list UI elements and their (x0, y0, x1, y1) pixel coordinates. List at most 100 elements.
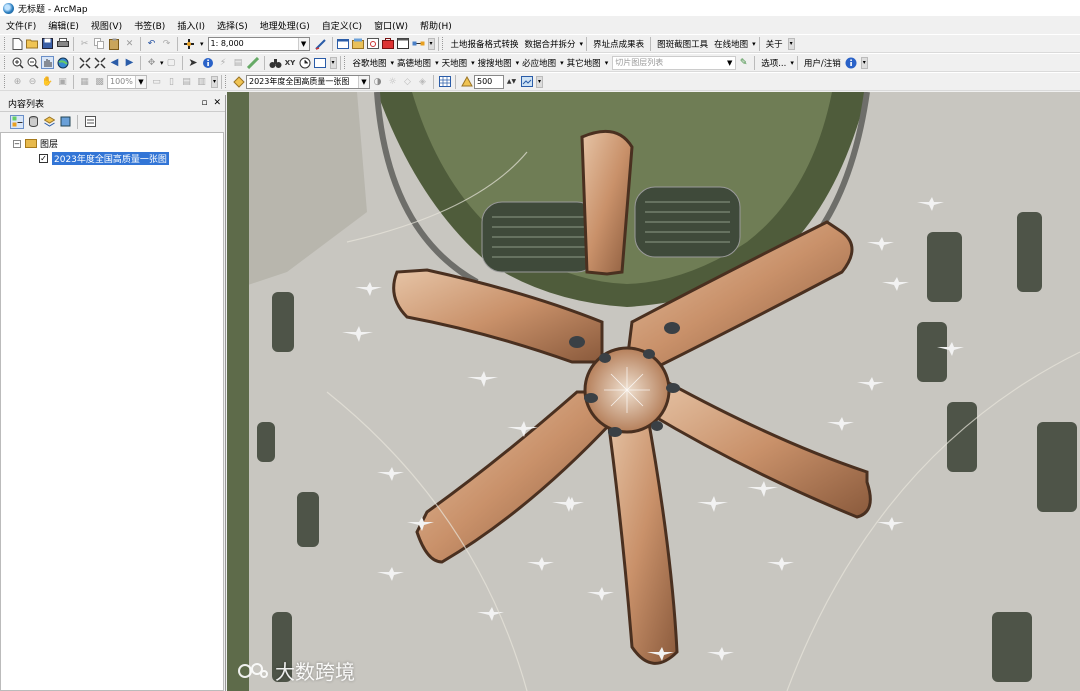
menu-customize[interactable]: 自定义(C) (322, 19, 362, 32)
chevron-down-icon[interactable]: ▾ (752, 40, 756, 48)
tianditu-button[interactable]: 天地图 (439, 57, 471, 69)
print-icon[interactable] (56, 37, 69, 50)
sosomap-button[interactable]: 搜搜地图 (475, 57, 515, 69)
go-to-xy-icon[interactable]: ✥ (145, 56, 158, 69)
toolbar-grip[interactable] (4, 56, 7, 69)
paste-icon[interactable] (108, 37, 121, 50)
layout-zoom-combo[interactable]: 100% ▼ (107, 74, 147, 89)
eyedropper-icon[interactable]: ✎ (737, 56, 750, 69)
auto-hide-icon[interactable]: ▫ (201, 98, 207, 108)
toolbar-grip[interactable] (343, 56, 347, 69)
search-window-icon[interactable] (367, 37, 380, 50)
tile-layer-combo[interactable]: 切片图层列表 ▼ (612, 55, 737, 70)
toolbar-grip[interactable] (441, 37, 445, 50)
table-of-contents-icon[interactable] (337, 37, 350, 50)
table-window-icon[interactable] (438, 75, 451, 88)
map-view[interactable]: 大数跨境 (227, 92, 1080, 691)
layout-pan-icon[interactable]: ✋ (41, 75, 54, 88)
about-button[interactable]: 关于 (763, 38, 786, 50)
chevron-down-icon[interactable]: ▼ (297, 37, 309, 50)
list-by-selection-icon[interactable] (58, 115, 72, 129)
back-extent-icon[interactable]: ◀ (108, 56, 121, 69)
toolbar-overflow[interactable]: ▾ (536, 75, 543, 88)
undo-icon[interactable]: ↶ (145, 37, 158, 50)
editor-toolbar-icon[interactable] (315, 37, 328, 50)
add-data-icon[interactable] (182, 37, 198, 50)
focus-data-frame-icon[interactable]: ▯ (165, 75, 178, 88)
chevron-down-icon[interactable]: ▼ (135, 75, 146, 88)
resolution-stepper-icon[interactable]: ▲▼ (505, 75, 518, 88)
chevron-down-icon[interactable]: ▼ (358, 75, 369, 88)
resolution-input[interactable]: 500 (474, 74, 504, 89)
toolbar-grip[interactable] (4, 75, 7, 88)
toolbar-overflow[interactable]: ▾ (427, 37, 435, 50)
online-map-button[interactable]: 在线地图 (711, 38, 751, 50)
cut-icon[interactable]: ✂ (78, 37, 91, 50)
map-scale-combo[interactable]: 1: 8,000 ▼ (207, 36, 310, 51)
menu-geoprocessing[interactable]: 地理处理(G) (260, 19, 310, 32)
other-map-button[interactable]: 其它地图 (564, 57, 604, 69)
measure-icon[interactable] (247, 56, 260, 69)
layer-row[interactable]: ✓ 2023年度全国高质量一张图 (39, 152, 169, 165)
data-driven-pages-icon[interactable]: ▥ (195, 75, 208, 88)
select-elements-icon[interactable]: ➤ (187, 56, 200, 69)
amap-button[interactable]: 高德地图 (394, 57, 434, 69)
clear-selection-icon[interactable]: ▢ (165, 56, 178, 69)
chevron-down-icon[interactable]: ▾ (790, 59, 794, 67)
delete-icon[interactable]: ✕ (123, 37, 136, 50)
layout-zoom-out-icon[interactable]: ⊖ (26, 75, 39, 88)
layer-tag-icon[interactable] (232, 75, 245, 88)
zoom-out-icon[interactable] (26, 56, 39, 69)
contrast-icon[interactable]: ◑ (371, 75, 384, 88)
bing-map-button[interactable]: 必应地图 (519, 57, 559, 69)
chevron-down-icon[interactable]: ▼ (724, 57, 735, 69)
collapse-icon[interactable]: − (13, 139, 21, 148)
model-builder-icon[interactable] (412, 37, 425, 50)
zoom-whole-page-icon[interactable]: ▣ (56, 75, 69, 88)
menu-file[interactable]: 文件(F) (6, 19, 36, 32)
toolbar-grip[interactable] (225, 75, 228, 88)
catalog-icon[interactable] (352, 37, 365, 50)
parcel-screenshot-button[interactable]: 图斑截图工具 (654, 38, 711, 50)
identify-icon[interactable] (202, 56, 215, 69)
resolution-icon[interactable] (460, 75, 473, 88)
transparency-icon[interactable]: ◇ (401, 75, 414, 88)
refresh-icon[interactable] (520, 75, 533, 88)
options-button[interactable]: 选项... (758, 57, 789, 69)
fixed-zoom-out-icon[interactable] (93, 56, 106, 69)
toc-options-icon[interactable] (83, 115, 97, 129)
zoom-in-icon[interactable] (11, 56, 24, 69)
chevron-down-icon[interactable]: ▾ (160, 59, 164, 67)
list-by-source-icon[interactable] (26, 115, 40, 129)
create-viewer-window-icon[interactable] (314, 56, 327, 69)
time-slider-icon[interactable] (299, 56, 312, 69)
menu-edit[interactable]: 编辑(E) (48, 19, 79, 32)
new-icon[interactable] (11, 37, 24, 50)
save-icon[interactable] (41, 37, 54, 50)
layer-visibility-checkbox[interactable]: ✓ (39, 154, 48, 163)
toolbar-overflow[interactable]: ▾ (787, 37, 795, 50)
fixed-zoom-layout-icon[interactable]: ▩ (93, 75, 106, 88)
toolbox-icon[interactable] (382, 37, 395, 50)
layer-select-combo[interactable]: 2023年度全国高质量一张图 ▼ (246, 74, 370, 89)
chevron-down-icon[interactable]: ▾ (605, 59, 609, 67)
menu-view[interactable]: 视图(V) (91, 19, 122, 32)
go-to-xy-coordinates-icon[interactable]: XY (284, 56, 297, 69)
menu-bookmarks[interactable]: 书签(B) (134, 19, 165, 32)
zoom-100-icon[interactable]: ▦ (78, 75, 91, 88)
open-icon[interactable] (26, 37, 39, 50)
toolbar-overflow[interactable]: ▾ (860, 56, 868, 69)
chevron-down-icon[interactable]: ▾ (200, 40, 204, 48)
redo-icon[interactable]: ↷ (160, 37, 173, 50)
find-route-icon[interactable] (269, 56, 282, 69)
close-icon[interactable]: ✕ (213, 98, 221, 108)
info-icon[interactable] (845, 56, 858, 69)
list-by-visibility-icon[interactable] (42, 115, 56, 129)
land-format-convert-button[interactable]: 土地报备格式转换 (448, 38, 522, 50)
layer-name[interactable]: 2023年度全国高质量一张图 (52, 152, 169, 165)
python-window-icon[interactable] (397, 37, 410, 50)
full-extent-icon[interactable] (56, 56, 69, 69)
fixed-zoom-in-icon[interactable] (78, 56, 91, 69)
boundary-points-table-button[interactable]: 界址点成果表 (590, 38, 647, 50)
menu-help[interactable]: 帮助(H) (420, 19, 452, 32)
